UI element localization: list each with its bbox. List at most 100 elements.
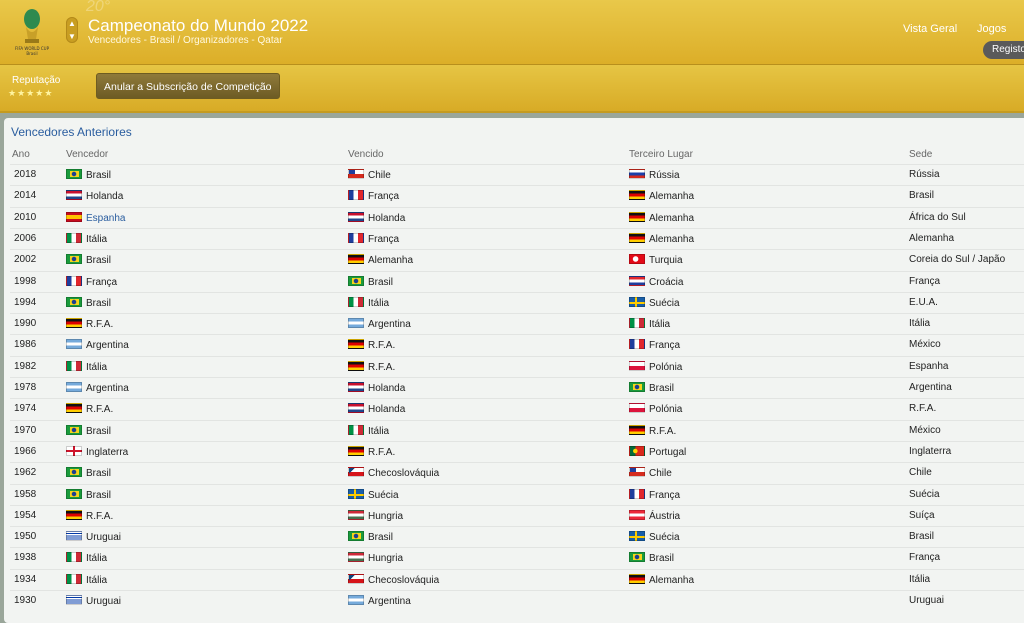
- cell-winner[interactable]: Brasil: [66, 488, 111, 501]
- flag-icon: [348, 382, 364, 392]
- cell-third-place[interactable]: Suécia: [629, 296, 680, 309]
- cell-winner[interactable]: Uruguai: [66, 531, 121, 543]
- cell-third-place[interactable]: Polónia: [629, 360, 682, 373]
- cell-winner[interactable]: Itália: [66, 573, 107, 586]
- registo-button[interactable]: Registo: [983, 41, 1024, 59]
- cell-host-text: África do Sul: [909, 211, 966, 223]
- cell-year-text: 1970: [14, 424, 37, 436]
- cell-third-place[interactable]: Brasil: [629, 382, 674, 394]
- cell-third-place[interactable]: Rússia: [629, 169, 680, 181]
- cell-winner[interactable]: Itália: [66, 232, 107, 245]
- cell-third-place[interactable]: Itália: [629, 318, 670, 330]
- cell-winner[interactable]: Argentina: [66, 382, 129, 394]
- unsubscribe-competition-button[interactable]: Anular a Subscrição de Competição: [96, 73, 280, 99]
- column-header-host[interactable]: Sede: [909, 149, 932, 160]
- cell-third-place[interactable]: Alemanha: [629, 211, 694, 224]
- column-header-winner[interactable]: Vencedor: [66, 149, 108, 160]
- cell-host: Inglaterra: [909, 446, 951, 457]
- cell-winner[interactable]: Itália: [66, 360, 107, 373]
- cell-winner[interactable]: Itália: [66, 552, 107, 564]
- cell-third-place[interactable]: Chile: [629, 467, 672, 479]
- cell-third-place[interactable]: Alemanha: [629, 190, 694, 202]
- flag-icon: [629, 531, 645, 542]
- cell-winner[interactable]: Brasil: [66, 169, 111, 181]
- cell-third-place[interactable]: França: [629, 339, 680, 351]
- cell-runner-up[interactable]: R.F.A.: [348, 360, 395, 373]
- cell-winner[interactable]: Brasil: [66, 296, 111, 309]
- cell-year-text: 1954: [14, 509, 37, 521]
- cell-runner-up[interactable]: Holanda: [348, 403, 405, 415]
- cell-winner[interactable]: Espanha: [66, 211, 125, 224]
- cell-year-text: 1958: [14, 488, 37, 500]
- cell-runner-up[interactable]: Checoslováquia: [348, 467, 439, 479]
- world-cup-trophy-logo: FIFA WORLD CUP Brasil: [15, 9, 50, 56]
- competition-switch-arrows[interactable]: ▲ ▼: [66, 17, 78, 43]
- cell-third-place[interactable]: Áustria: [629, 509, 680, 522]
- cell-winner[interactable]: Brasil: [66, 424, 111, 437]
- cell-runner-up[interactable]: Itália: [348, 424, 389, 437]
- cell-winner[interactable]: Argentina: [66, 339, 129, 351]
- cell-winner[interactable]: R.F.A.: [66, 403, 113, 415]
- flag-icon: [629, 296, 645, 307]
- cell-runner-up[interactable]: Argentina: [348, 595, 411, 607]
- cell-winner[interactable]: França: [66, 275, 117, 288]
- cell-runner-up[interactable]: Alemanha: [348, 254, 413, 266]
- cell-runner-up[interactable]: Hungria: [348, 552, 403, 564]
- cell-third-place[interactable]: Alemanha: [629, 232, 694, 245]
- cell-runner-up[interactable]: Brasil: [348, 531, 393, 543]
- cell-winner[interactable]: R.F.A.: [66, 509, 113, 522]
- cell-host-text: México: [909, 339, 941, 351]
- cell-host-text: França: [909, 552, 941, 564]
- cell-runner-up[interactable]: Chile: [348, 169, 391, 181]
- cell-runner-up[interactable]: Argentina: [348, 318, 411, 330]
- cell-runner-up[interactable]: Hungria: [348, 509, 403, 522]
- flag-icon: [66, 467, 82, 478]
- cell-runner-up[interactable]: França: [348, 190, 399, 202]
- cell-year: 2002: [14, 254, 36, 265]
- cell-winner[interactable]: Brasil: [66, 254, 111, 266]
- flag-icon: [66, 424, 82, 435]
- cell-year: 1994: [14, 297, 36, 308]
- cell-runner-up[interactable]: Holanda: [348, 382, 405, 394]
- cell-runner-up[interactable]: Holanda: [348, 211, 405, 224]
- cell-runner-up[interactable]: Checoslováquia: [348, 573, 439, 586]
- cell-third-place[interactable]: Portugal: [629, 445, 686, 458]
- cell-third-place-text: Croácia: [649, 276, 684, 288]
- nav-overview-link[interactable]: Vista Geral: [903, 23, 957, 35]
- cell-year-text: 2006: [14, 232, 37, 244]
- cell-third-place[interactable]: França: [629, 488, 680, 501]
- cell-winner[interactable]: Uruguai: [66, 595, 121, 607]
- page-title: Campeonato do Mundo 2022: [88, 16, 309, 35]
- cell-winner[interactable]: R.F.A.: [66, 318, 113, 330]
- cell-third-place[interactable]: R.F.A.: [629, 424, 676, 437]
- cell-third-place[interactable]: Croácia: [629, 275, 684, 288]
- year-watermark: 20°: [86, 0, 111, 15]
- cell-winner[interactable]: Brasil: [66, 467, 111, 479]
- column-header-runner-up[interactable]: Vencido: [348, 149, 384, 160]
- cell-third-place[interactable]: Brasil: [629, 552, 674, 564]
- cell-year: 1986: [14, 339, 36, 350]
- cell-winner[interactable]: Holanda: [66, 190, 123, 202]
- column-header-year[interactable]: Ano: [12, 149, 30, 160]
- chevron-down-icon[interactable]: ▼: [66, 30, 78, 43]
- flag-icon: [66, 232, 82, 243]
- flag-icon: [629, 382, 645, 392]
- flag-icon: [66, 403, 82, 414]
- nav-games-link[interactable]: Jogos: [977, 23, 1006, 35]
- cell-runner-up[interactable]: Brasil: [348, 275, 393, 288]
- cell-third-place[interactable]: Alemanha: [629, 573, 694, 586]
- cell-third-place[interactable]: Turquia: [629, 254, 683, 266]
- chevron-up-icon[interactable]: ▲: [66, 17, 78, 30]
- cell-winner[interactable]: Inglaterra: [66, 445, 128, 458]
- cell-third-place[interactable]: Polónia: [629, 403, 682, 415]
- cell-year-text: 1990: [14, 318, 37, 330]
- cell-runner-up[interactable]: R.F.A.: [348, 339, 395, 351]
- table-row: 2018 Brasil Chile Rússia Rússia: [10, 164, 1024, 185]
- cell-runner-up[interactable]: Suécia: [348, 488, 399, 501]
- cell-runner-up[interactable]: R.F.A.: [348, 445, 395, 458]
- cell-runner-up[interactable]: Itália: [348, 296, 389, 309]
- cell-runner-up[interactable]: França: [348, 232, 399, 245]
- cell-third-place[interactable]: Suécia: [629, 531, 680, 543]
- cell-year: 2014: [14, 190, 36, 201]
- column-header-third-place[interactable]: Terceiro Lugar: [629, 149, 693, 160]
